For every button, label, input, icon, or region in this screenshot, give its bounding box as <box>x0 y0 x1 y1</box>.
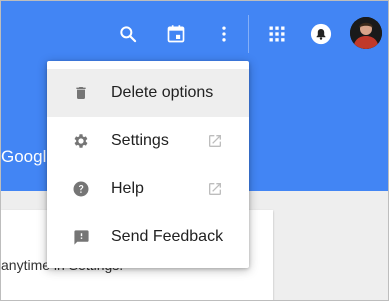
search-icon[interactable] <box>117 23 139 45</box>
menu-item-help[interactable]: Help <box>47 165 249 213</box>
menu-item-send-feedback[interactable]: Send Feedback <box>47 213 249 261</box>
trash-icon <box>72 84 90 102</box>
menu-item-label: Settings <box>111 132 169 149</box>
overflow-menu: Delete options Settings Help Send Feedba… <box>47 61 249 268</box>
open-in-new-icon <box>206 132 224 150</box>
calendar-icon[interactable] <box>165 23 187 45</box>
menu-item-label: Help <box>111 180 144 197</box>
help-icon <box>72 180 90 198</box>
menu-item-settings[interactable]: Settings <box>47 117 249 165</box>
feedback-icon <box>72 228 90 246</box>
menu-item-delete-options[interactable]: Delete options <box>47 69 249 117</box>
open-in-new-icon <box>206 180 224 198</box>
menu-item-label: Send Feedback <box>111 228 224 245</box>
menu-item-label: Delete options <box>111 84 214 101</box>
brand-title: Googl <box>1 147 47 166</box>
notifications-icon[interactable] <box>310 23 332 45</box>
header-divider <box>248 15 249 53</box>
apps-grid-icon[interactable] <box>266 23 288 45</box>
more-vert-icon[interactable] <box>213 23 235 45</box>
gear-icon <box>72 132 90 150</box>
avatar[interactable] <box>350 17 382 49</box>
app-window: Googl anytime in Settings. Delete option… <box>0 0 389 301</box>
